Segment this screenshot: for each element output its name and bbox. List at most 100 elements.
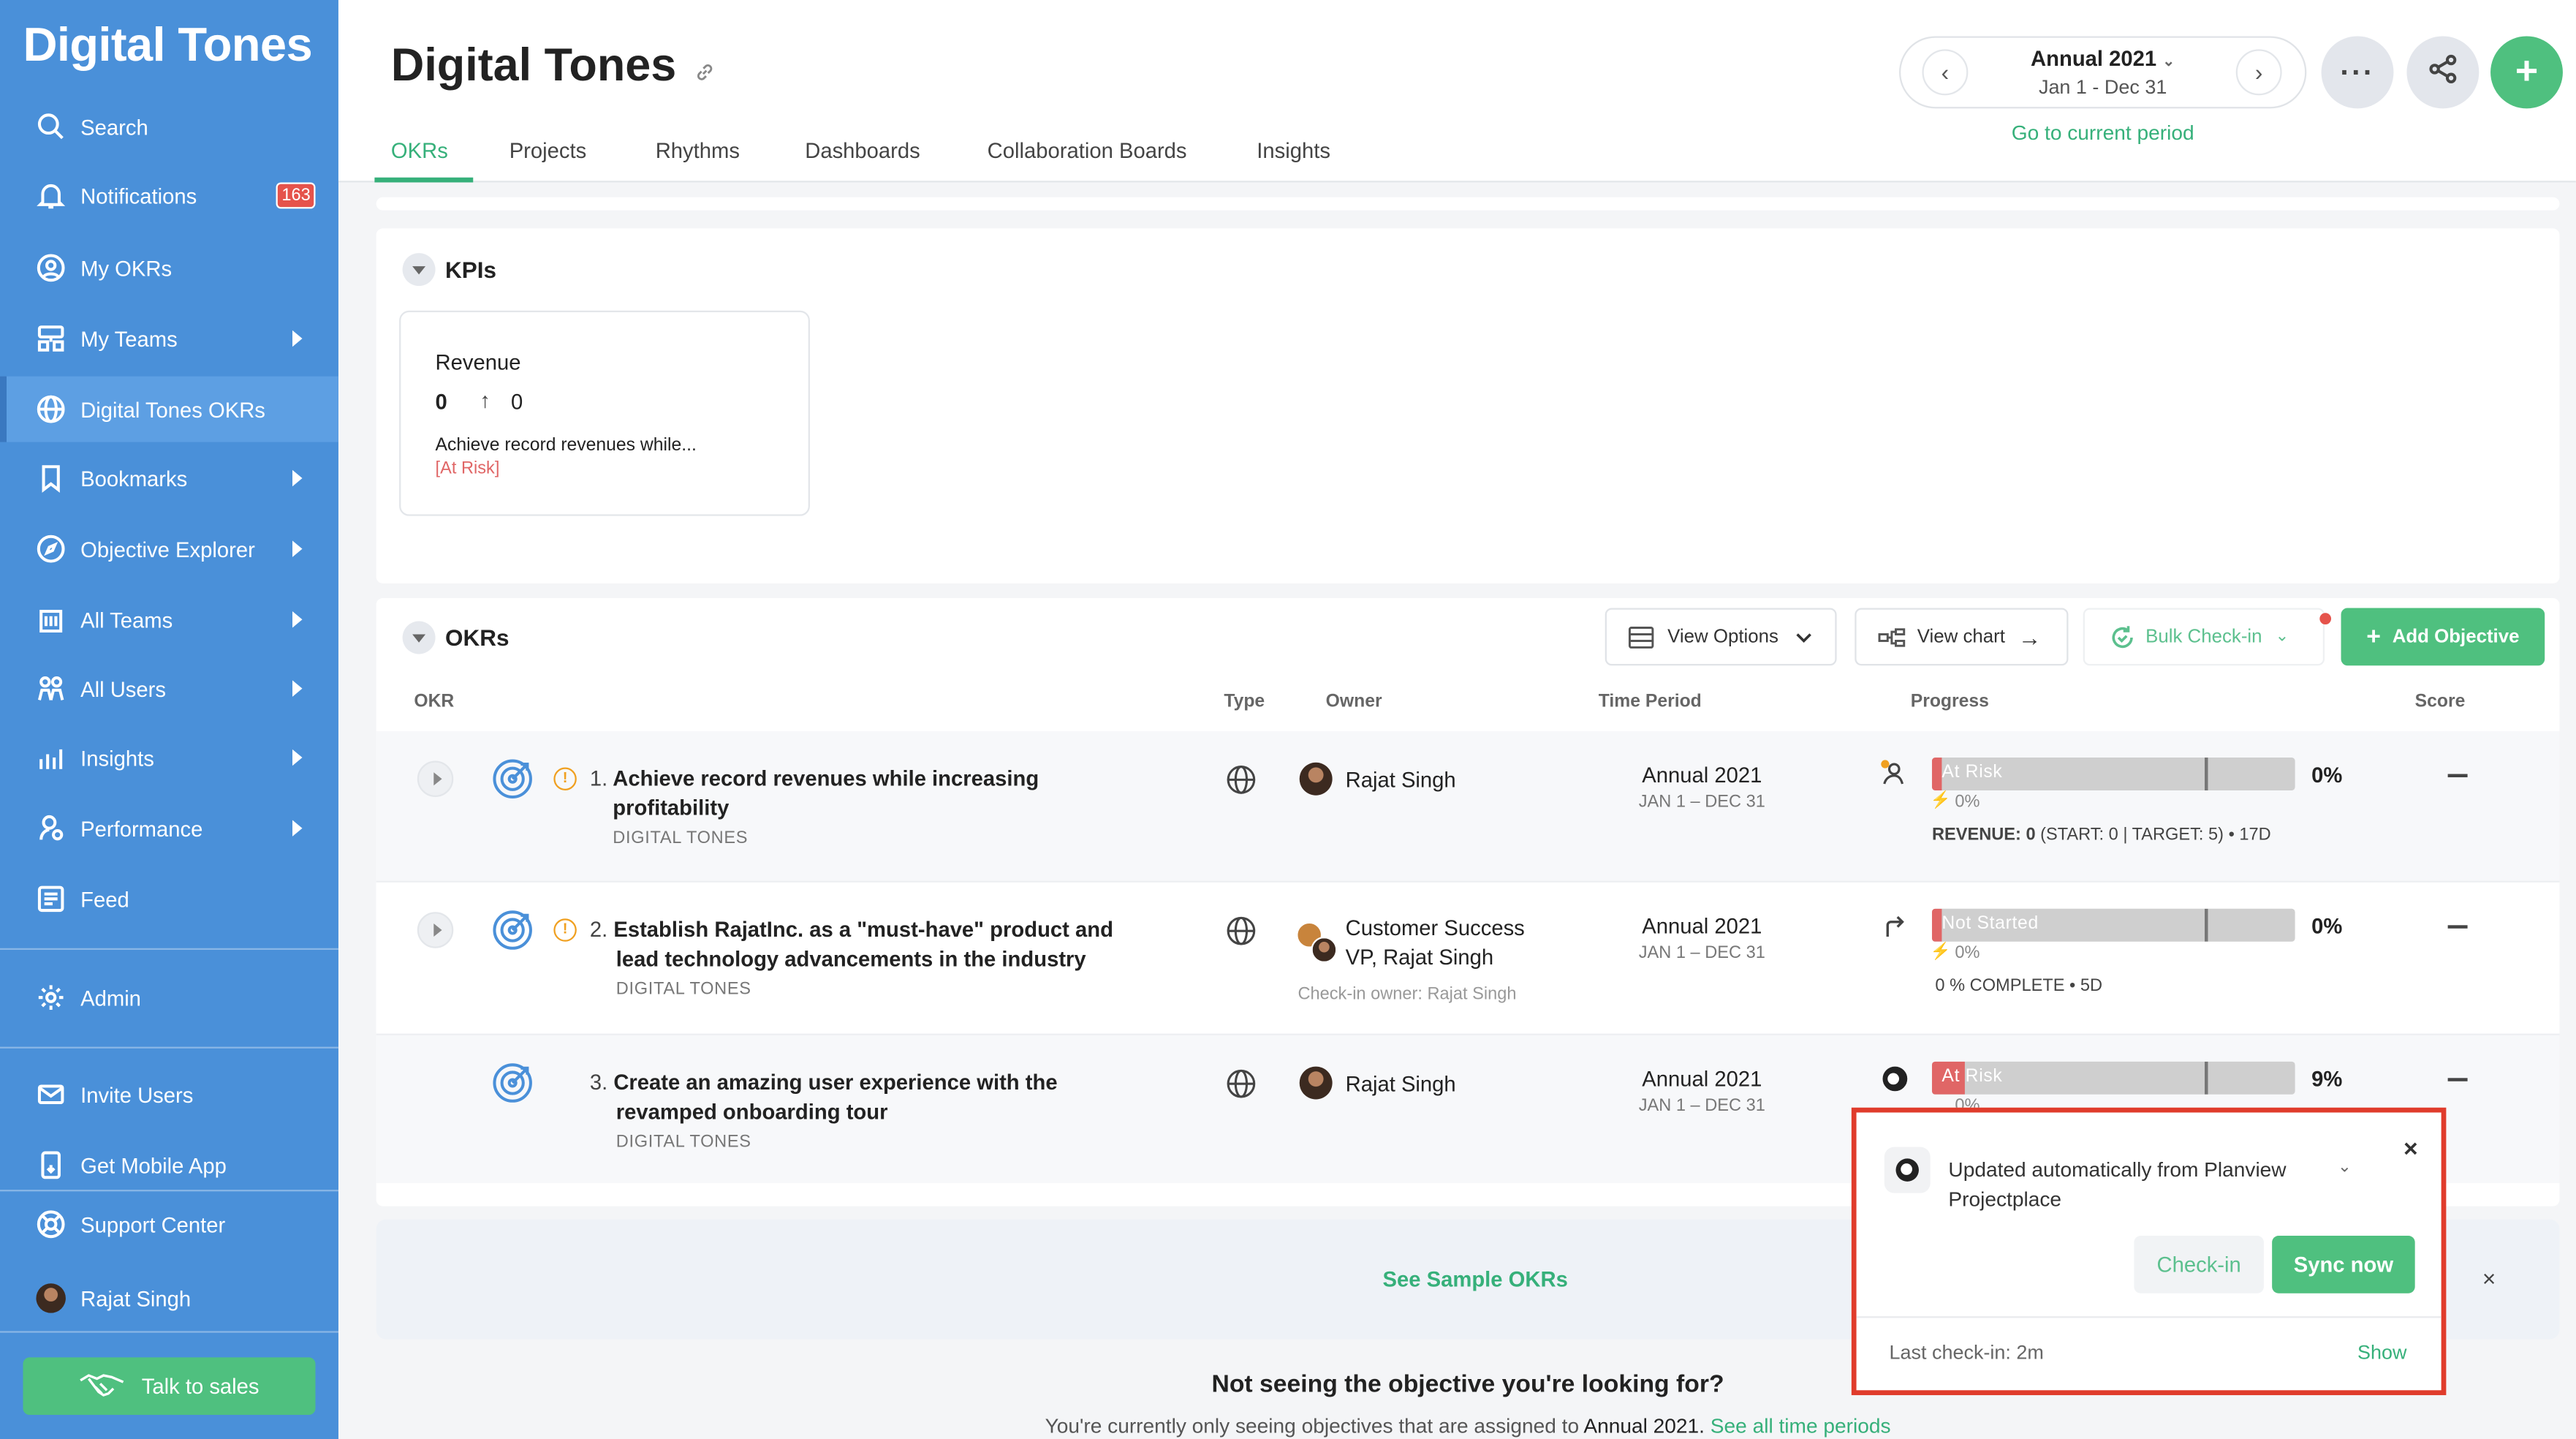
compass-icon [36,534,65,563]
sidebar-item-support-center[interactable]: Support Center [0,1191,338,1257]
progress-bar[interactable]: At Risk [1931,758,2295,790]
owner-name[interactable]: Rajat Singh [1346,766,1456,795]
bar-chart-icon [36,743,65,772]
sidebar-divider [0,1046,338,1049]
column-header-time-period: Time Period [1598,692,1702,712]
column-header-type: Type [1224,692,1265,712]
talk-to-sales-button[interactable]: Talk to sales [23,1357,316,1416]
owner-avatar [1299,1066,1333,1108]
sidebar-item-get-mobile-app[interactable]: Get Mobile App [0,1132,338,1198]
key-result-detail: (START: 0 | TARGET: 5) • 17D [2035,825,2271,845]
sidebar: Digital Tones Search Notifications 163 M… [0,0,338,1439]
brand-logo[interactable]: Digital Tones [23,20,312,74]
objective-title-line[interactable]: lead technology advancements in the indu… [616,945,1086,974]
sidebar-item-label: Search [80,114,148,139]
tab-insights[interactable]: Insights [1257,138,1330,163]
tab-collaboration-boards[interactable]: Collaboration Boards [988,138,1187,163]
sidebar-item-label: Get Mobile App [80,1152,227,1178]
view-chart-button[interactable]: View chart → [1855,608,2069,666]
note-period: Annual 2021. [1583,1415,1705,1438]
chevron-down-icon: ⌄ [2162,52,2175,69]
link-icon[interactable] [692,42,715,95]
plus-icon: + [2366,622,2381,651]
more-options-button[interactable]: ··· [2321,36,2394,109]
see-all-time-periods-link[interactable]: See all time periods [1711,1415,1891,1438]
tab-okrs[interactable]: OKRs [391,138,448,163]
add-button[interactable]: + [2490,36,2563,109]
sidebar-item-search[interactable]: Search [0,94,338,159]
kpi-card-revenue[interactable]: Revenue 0 ↑ 0 Achieve record revenues wh… [399,310,810,516]
owner-name[interactable]: Rajat Singh [1346,1070,1456,1099]
bulk-checkin-button[interactable]: Bulk Check-in ⌄ [2083,608,2325,666]
close-popup-icon[interactable]: × [2403,1136,2418,1163]
progress-bar[interactable]: Not Started [1931,908,2295,942]
sidebar-item-user-profile[interactable]: Rajat Singh [0,1265,338,1331]
sidebar-item-all-users[interactable]: All Users [0,656,338,722]
row-expand-button[interactable] [417,912,454,948]
chevron-down-icon[interactable]: ⌄ [2338,1158,2352,1176]
talk-to-sales-label: Talk to sales [141,1373,260,1399]
objective-title[interactable]: 2. Establish RajatInc. as a "must-have" … [590,915,1113,945]
completion-summary: 0 % COMPLETE • 5D [1935,975,2103,996]
owner-name[interactable]: VP, Rajat Singh [1346,943,1494,972]
tab-projects[interactable]: Projects [509,138,587,163]
sidebar-item-notifications[interactable]: Notifications 163 [0,162,338,228]
go-to-current-period-link[interactable]: Go to current period [1899,121,2306,144]
sidebar-item-label: Support Center [80,1212,226,1237]
close-banner-icon[interactable]: × [2482,1265,2496,1291]
progress-bar[interactable]: At Risk [1931,1061,2295,1095]
sidebar-item-digital-tones-okrs[interactable]: Digital Tones OKRs [0,376,338,442]
active-tab-indicator [374,177,474,183]
team-icon [36,324,65,353]
objective-title[interactable]: 1. Achieve record revenues while increas… [590,764,1039,793]
tab-dashboards[interactable]: Dashboards [805,138,920,163]
sidebar-item-all-teams[interactable]: All Teams [0,586,338,652]
show-link[interactable]: Show [2357,1341,2406,1364]
time-period-range: JAN 1 – DEC 31 [1638,943,1765,963]
view-options-button[interactable]: View Options [1605,608,1837,666]
sidebar-item-my-teams[interactable]: My Teams [0,306,338,371]
popup-message: Updated automatically from Planview Proj… [1948,1155,2286,1215]
refresh-icon [2110,624,2136,650]
popup-message-line: Updated automatically from Planview [1948,1158,2287,1182]
add-objective-button[interactable]: + Add Objective [2341,608,2545,666]
sidebar-item-label: My OKRs [80,255,173,281]
feed-icon [36,884,65,913]
objective-title-line[interactable]: revamped onboarding tour [616,1098,888,1127]
sidebar-item-my-okrs[interactable]: My OKRs [0,235,338,301]
user-avatar [36,1283,66,1313]
sidebar-item-insights[interactable]: Insights [0,725,338,790]
objective-team: DIGITAL TONES [615,1132,751,1152]
share-button[interactable] [2406,36,2480,109]
objective-title-line[interactable]: profitability [613,793,729,823]
sync-popup: Updated automatically from Planview Proj… [1851,1107,2447,1396]
bell-icon [36,181,66,210]
tab-rhythms[interactable]: Rhythms [656,138,740,163]
sidebar-item-feed[interactable]: Feed [0,866,338,932]
sidebar-item-label: Insights [80,745,154,770]
sidebar-item-label: All Users [80,676,167,701]
plus-icon: + [2515,49,2539,94]
okrs-collapse-button[interactable] [402,621,436,654]
globe-icon [36,394,65,423]
owner-team-name[interactable]: Customer Success [1346,914,1525,943]
owner-avatar [1299,762,1333,804]
row-expand-button[interactable] [417,760,454,797]
sidebar-item-invite-users[interactable]: Invite Users [0,1062,338,1128]
checkin-button[interactable]: Check-in [2134,1236,2264,1293]
objective-title-line: Achieve record revenues while increasing [613,766,1039,790]
note-text: You're currently only seeing objectives … [1045,1415,1584,1438]
sidebar-item-admin[interactable]: Admin [0,964,338,1030]
next-period-button[interactable]: › [2235,49,2282,96]
sync-now-button[interactable]: Sync now [2272,1236,2415,1293]
column-header-progress: Progress [1910,692,1989,712]
view-options-label: View Options [1667,627,1778,647]
time-period-range: JAN 1 – DEC 31 [1638,792,1765,812]
sidebar-item-bookmarks[interactable]: Bookmarks [0,445,338,511]
sidebar-item-performance[interactable]: Performance [0,796,338,861]
objective-title[interactable]: 3. Create an amazing user experience wit… [590,1068,1058,1098]
planview-sync-icon [1882,1066,1908,1092]
kpis-collapse-button[interactable] [402,253,436,287]
expand-arrow-icon [292,330,303,347]
sidebar-item-objective-explorer[interactable]: Objective Explorer [0,516,338,582]
